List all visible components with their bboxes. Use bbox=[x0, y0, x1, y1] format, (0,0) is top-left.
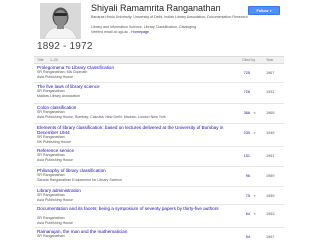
article-year: 1989 bbox=[266, 174, 275, 178]
article-title[interactable]: The five laws of library science bbox=[37, 84, 232, 89]
article-publication: Asia Publishing House bbox=[37, 74, 73, 79]
table-header: Title 1–20 Cited by Year bbox=[34, 56, 284, 64]
article-publication: NK Publishing House bbox=[37, 139, 71, 144]
article-title[interactable]: Philosophy of library classification bbox=[37, 168, 232, 173]
article-publication: Asia Publishing House bbox=[37, 197, 73, 202]
follow-label: Follow bbox=[256, 8, 269, 13]
star-icon[interactable]: ★ bbox=[253, 131, 256, 135]
article-cited-by[interactable]: 64 bbox=[234, 212, 250, 216]
article-cited-by[interactable]: 366 bbox=[234, 111, 250, 115]
article-year: 1961 bbox=[266, 154, 275, 158]
article-year: 1967 bbox=[266, 235, 275, 239]
article-row: Documentation and its facets; being a sy… bbox=[34, 205, 284, 228]
star-icon[interactable]: ★ bbox=[253, 194, 256, 198]
article-title[interactable]: Colon classification bbox=[37, 105, 232, 110]
life-years: 1892 - 1972 bbox=[37, 41, 93, 52]
article-cited-by[interactable]: 96 bbox=[234, 174, 250, 178]
article-publication: Madras Library Association bbox=[37, 93, 81, 98]
article-year: 1967 bbox=[266, 71, 275, 75]
article-cited-by[interactable]: 725 bbox=[234, 71, 250, 75]
article-year: 1963 bbox=[266, 212, 275, 216]
article-title[interactable]: Documentation and its facets; being a sy… bbox=[37, 206, 232, 211]
homepage-link[interactable]: Homepage bbox=[131, 30, 149, 34]
article-row: Philosophy of library classification SR … bbox=[34, 167, 284, 187]
header-range: 1–20 bbox=[50, 58, 58, 62]
article-year: 1931 bbox=[266, 90, 275, 94]
article-cited-by[interactable]: 151 bbox=[234, 154, 250, 158]
star-icon[interactable]: ★ bbox=[253, 212, 256, 216]
research-interests[interactable]: Library and Information Science, Library… bbox=[91, 25, 196, 30]
affiliation: Banaras Hindu University, University of … bbox=[91, 15, 248, 19]
portrait-image bbox=[40, 3, 81, 39]
profile-name: Shiyali Ramamrita Ranganathan bbox=[91, 3, 221, 13]
header-year[interactable]: Year bbox=[266, 58, 273, 62]
article-year: 1965 bbox=[266, 111, 275, 115]
article-cited-by[interactable]: 726 bbox=[234, 90, 250, 94]
article-publication: Asia Publishing House, Bombay; Calcutta;… bbox=[37, 114, 166, 119]
scholar-profile-slide: 1892 - 1972 Shiyali Ramamrita Ranganatha… bbox=[0, 0, 320, 240]
article-title[interactable]: Library administration bbox=[37, 188, 232, 193]
article-publication: Sarada Ranganathan Endowment for Library… bbox=[37, 177, 123, 182]
article-cited-by[interactable]: 230 bbox=[234, 131, 250, 135]
article-title[interactable]: Ramanujan, the man and the mathematician bbox=[37, 229, 232, 234]
header-cited-by[interactable]: Cited by bbox=[242, 58, 255, 62]
article-row: The five laws of library science SR Rang… bbox=[34, 83, 284, 104]
email-homepage-line: Verified email at ugc.ac - Homepage bbox=[91, 30, 149, 35]
article-year: 1945 bbox=[266, 131, 275, 135]
verified-email: Verified email at ugc.ac - bbox=[91, 30, 132, 34]
article-row: Library administration SR Ranganathan As… bbox=[34, 187, 284, 205]
star-icon[interactable]: ★ bbox=[253, 111, 256, 115]
article-title[interactable]: Elements of library classification: base… bbox=[37, 125, 232, 135]
article-row: Ramanujan, the man and the mathematician… bbox=[34, 228, 284, 240]
follow-button[interactable]: Follow ▾ bbox=[248, 6, 280, 15]
profile-photo bbox=[40, 3, 81, 39]
header-title[interactable]: Title bbox=[37, 58, 44, 62]
article-year: 1959 bbox=[266, 194, 275, 198]
article-row: Elements of library classification: base… bbox=[34, 124, 284, 147]
article-cited-by[interactable]: 75 bbox=[234, 194, 250, 198]
article-cited-by[interactable]: 54 bbox=[234, 235, 250, 239]
article-row: Reference service SR Ranganathan Asia Pu… bbox=[34, 147, 284, 167]
article-title[interactable]: Reference service bbox=[37, 148, 232, 153]
chevron-down-icon: ▾ bbox=[270, 8, 272, 13]
article-row: Prolegomena To Library Classification SR… bbox=[34, 64, 284, 83]
article-row: Colon classification SR Ranganathan Asia… bbox=[34, 104, 284, 124]
article-authors: SR Ranganathan bbox=[37, 234, 65, 238]
article-publication: Asia Publishing House bbox=[37, 157, 73, 162]
article-publication: Asia Publishing House bbox=[37, 220, 73, 225]
